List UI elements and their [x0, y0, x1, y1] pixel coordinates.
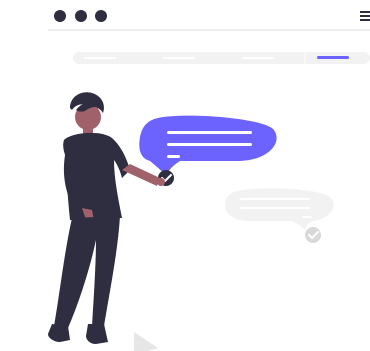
- person-arm-right: [122, 164, 160, 186]
- nav-bar: [73, 52, 370, 64]
- person-foot-right: [86, 324, 108, 344]
- person-hand-right: [157, 178, 165, 186]
- nav-tab[interactable]: [242, 57, 274, 59]
- message-line: [167, 143, 252, 146]
- checkmark-icon: [305, 227, 321, 243]
- nav-tab[interactable]: [84, 57, 116, 59]
- message-line: [302, 216, 312, 218]
- browser-header: [48, 10, 370, 31]
- person-foot-left: [48, 324, 70, 342]
- floor-shadow: [134, 332, 158, 351]
- message-line: [240, 198, 310, 200]
- illustration-stage: [0, 0, 370, 351]
- nav-tab-active[interactable]: [317, 56, 349, 59]
- message-line: [167, 155, 180, 158]
- hamburger-menu-icon[interactable]: [360, 11, 370, 21]
- window-dot-icon[interactable]: [75, 10, 87, 22]
- window-dot-icon[interactable]: [54, 10, 66, 22]
- chat-bubble-active: [139, 115, 277, 186]
- chat-illustration: [48, 10, 370, 351]
- chat-bubble-inactive: [224, 188, 334, 243]
- message-line: [240, 207, 310, 209]
- window-dot-icon[interactable]: [95, 10, 107, 22]
- person-legs: [54, 216, 120, 328]
- nav-tab[interactable]: [163, 57, 195, 59]
- message-line: [167, 131, 252, 134]
- chat-bubble-inactive-shape: [224, 188, 334, 230]
